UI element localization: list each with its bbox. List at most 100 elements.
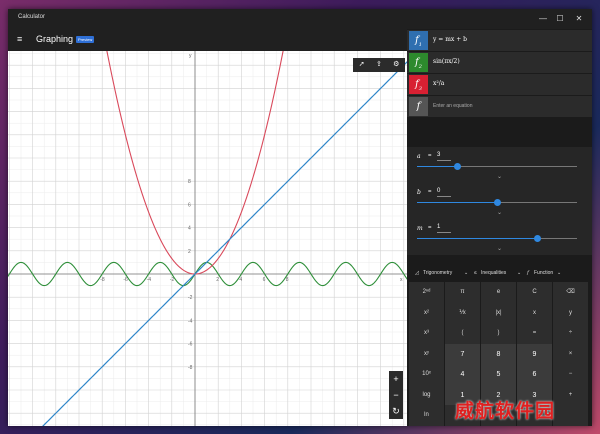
y-tick-label: 2 [188,249,191,255]
key-8[interactable]: 8 [481,343,516,365]
key-log[interactable]: log [409,384,444,406]
hamburger-icon[interactable]: ≡ [17,35,26,44]
x-tick-label: -4 [147,277,152,283]
zoom-in-button[interactable]: + [389,371,403,387]
graph-canvas[interactable]: -8 -6 -4 -2 2 4 6 8 8 6 4 2 -2 -4 -6 -8 y x ➚ ⇪ ⚙ + − ↻ [8,51,407,426]
angle-ruler-icon: ◿ [415,270,419,276]
chevron-down-icon[interactable]: ⌄ [497,173,502,180]
parabola-curve [106,51,284,275]
equation-row-1[interactable]: f1 y = mx + b [407,30,592,51]
share-icon[interactable]: ⇪ [370,58,387,72]
calculator-window: Calculator — ☐ ✕ ≡ Graphing Preview -8 -6… [8,9,592,426]
trace-icon[interactable]: ➚ [353,58,370,72]
preview-badge: Preview [76,36,95,43]
y-tick-label: -8 [188,365,193,371]
key-)[interactable]: ) [481,323,516,344]
equation-row-3[interactable]: f3 x²/a [407,74,592,95]
key-5[interactable]: 5 [481,364,516,385]
keyboard-tabs: ◿ Trigonometry ⌄ ≤ Inequalities ⌄ f Func… [407,266,592,280]
func-chevron-icon[interactable]: ⌄ [557,270,561,276]
equation-row-2[interactable]: f2 sin(πx/2) [407,52,592,73]
equation-row-new[interactable]: f Enter an equation [407,96,592,117]
equation-text[interactable]: x²/a [433,80,444,87]
key-⌫[interactable]: ⌫ [553,282,588,303]
slider-thumb[interactable] [533,235,541,242]
graph-options-icon[interactable]: ⚙ [388,58,405,72]
key-9[interactable]: 9 [517,343,552,365]
key-−[interactable]: − [553,364,588,385]
equation-text[interactable]: sin(πx/2) [433,58,460,65]
key-=[interactable]: = [517,323,552,344]
variable-b: b = 0 ⌄ [407,183,592,219]
ineq-chevron-icon[interactable]: ⌄ [517,270,521,276]
equation-text[interactable]: y = mx + b [433,36,467,43]
slider-fill [417,238,537,239]
key-|x|[interactable]: |x| [481,302,516,324]
x-tick-label: 6 [263,277,266,283]
equation-input[interactable]: Enter an equation [433,103,472,109]
key-7[interactable]: 7 [445,343,480,365]
tab-inequalities[interactable]: Inequalities [481,270,506,276]
minimize-button[interactable]: — [536,12,550,26]
y-tick-label: -4 [188,318,193,324]
title-bar: Calculator — ☐ ✕ [8,9,592,29]
reset-view-button[interactable]: ↻ [389,403,403,419]
key-÷[interactable]: ÷ [553,323,588,344]
key-2ⁿᵈ[interactable]: 2ⁿᵈ [409,282,444,303]
chevron-down-icon[interactable]: ⌄ [497,245,502,252]
mode-title: Graphing [36,34,74,44]
y-tick-label: 8 [188,179,191,185]
key-x²[interactable]: x² [409,302,444,324]
key-C[interactable]: C [517,282,552,303]
key-x³[interactable]: x³ [409,323,444,344]
variable-value-input[interactable]: 3 [437,151,451,161]
close-button[interactable]: ✕ [572,12,586,26]
variable-value-input[interactable]: 1 [437,223,451,233]
key-⅟x[interactable]: ⅟x [445,302,480,324]
key-π[interactable]: π [445,282,480,303]
key-([interactable]: ( [445,323,480,344]
key-blank[interactable] [553,405,588,426]
y-tick-label: 4 [188,226,191,232]
slider-thumb[interactable] [453,163,461,170]
maximize-button[interactable]: ☐ [553,12,567,26]
variable-m: m = 1 ⌄ [407,219,592,255]
tab-function[interactable]: Function [534,270,553,276]
x-tick-label: -8 [100,277,105,283]
graph-toolbar: ➚ ⇪ ⚙ [353,58,405,72]
app-title: Calculator [18,14,46,20]
function-icon: f [527,270,529,276]
variable-name: b [417,189,421,196]
equals-sign: = [428,189,432,195]
key-+[interactable]: + [553,384,588,406]
y-tick-label: -2 [188,295,193,301]
variable-value-input[interactable]: 0 [437,187,451,197]
equation-swatch-1[interactable]: f1 [409,31,428,50]
zoom-out-button[interactable]: − [389,387,403,403]
graph-plot[interactable]: -8 -6 -4 -2 2 4 6 88642-2-4-6-8yx [8,51,407,426]
variable-name: m [417,225,423,232]
key-e[interactable]: e [481,282,516,303]
slider-thumb[interactable] [493,199,501,206]
key-ln[interactable]: ln [409,405,444,426]
key-x[interactable]: x [517,302,552,324]
grid-minor [8,51,407,426]
variable-name: a [417,153,421,160]
zoom-controls: + − ↻ [389,371,403,419]
equals-sign: = [428,225,432,231]
key-6[interactable]: 6 [517,364,552,385]
app-header: ≡ Graphing Preview [8,29,407,51]
equation-swatch-new[interactable]: f [409,97,428,116]
key-y[interactable]: y [553,302,588,324]
equation-swatch-3[interactable]: f3 [409,75,428,94]
x-tick-label: 8 [286,277,289,283]
key-xʸ[interactable]: xʸ [409,343,444,365]
slider-fill [417,202,497,203]
trig-chevron-icon[interactable]: ⌄ [464,270,468,276]
key-4[interactable]: 4 [445,364,480,385]
equation-swatch-2[interactable]: f2 [409,53,428,72]
key-10ˣ[interactable]: 10ˣ [409,364,444,385]
tab-trigonometry[interactable]: Trigonometry [423,270,452,276]
chevron-down-icon[interactable]: ⌄ [497,209,502,216]
key-×[interactable]: × [553,343,588,365]
